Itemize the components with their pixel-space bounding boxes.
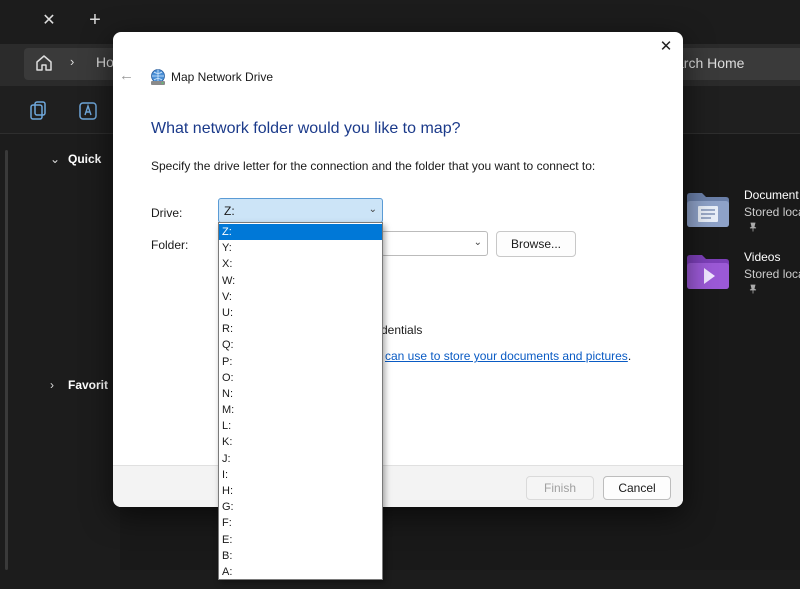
- navigation-pane: [0, 134, 120, 589]
- folder-label: Folder:: [151, 238, 189, 252]
- pin-icon: [749, 284, 757, 294]
- drive-option[interactable]: B:: [219, 548, 382, 564]
- drive-option[interactable]: W:: [219, 273, 382, 289]
- rename-icon[interactable]: [78, 100, 98, 122]
- dialog-footer: [113, 465, 683, 507]
- drive-option[interactable]: M:: [219, 402, 382, 418]
- drive-option[interactable]: U:: [219, 305, 382, 321]
- folder-combobox[interactable]: ⌄: [381, 231, 488, 256]
- chevron-down-icon[interactable]: ⌄: [369, 204, 377, 215]
- drive-option[interactable]: R:: [219, 321, 382, 337]
- drive-option[interactable]: A:: [219, 564, 382, 580]
- back-arrow-icon[interactable]: ←: [119, 67, 137, 85]
- cancel-button[interactable]: Cancel: [603, 476, 671, 500]
- quick-item-location: Stored loca: [744, 267, 800, 281]
- dialog-title: Map Network Drive: [171, 70, 274, 84]
- drive-option[interactable]: Y:: [219, 240, 382, 256]
- search-placeholder: arch Home: [676, 55, 745, 71]
- nav-quick-access-label: Quick: [68, 152, 102, 166]
- drive-option[interactable]: V:: [219, 289, 382, 305]
- chevron-right-icon[interactable]: ›: [50, 378, 68, 392]
- navigation-scrollbar[interactable]: [5, 150, 8, 570]
- drive-option[interactable]: F:: [219, 515, 382, 531]
- drive-option[interactable]: I:: [219, 467, 382, 483]
- dialog-description: Specify the drive letter for the connect…: [151, 159, 596, 173]
- drive-option[interactable]: X:: [219, 256, 382, 272]
- home-icon[interactable]: [34, 53, 54, 73]
- drive-option[interactable]: E:: [219, 532, 382, 548]
- quick-item-name: Videos: [744, 250, 781, 264]
- quick-item-location: Stored loca: [744, 205, 800, 219]
- drive-option[interactable]: O:: [219, 370, 382, 386]
- drive-option[interactable]: J:: [219, 451, 382, 467]
- pin-icon: [749, 222, 757, 232]
- chevron-down-icon[interactable]: ⌄: [474, 237, 482, 248]
- videos-folder-icon: [687, 255, 729, 289]
- nav-favorites-label: Favorit: [68, 378, 109, 392]
- drive-option[interactable]: Z:: [219, 224, 382, 241]
- new-tab-icon[interactable]: +: [84, 9, 106, 31]
- quick-item-documents[interactable]: Document Stored loca: [686, 186, 800, 246]
- drive-option[interactable]: G:: [219, 499, 382, 515]
- copy-icon[interactable]: [28, 100, 48, 122]
- nav-quick-access[interactable]: ⌄ Quick: [50, 152, 101, 166]
- link-suffix: .: [627, 349, 632, 363]
- drive-option[interactable]: L:: [219, 418, 382, 434]
- nav-favorites[interactable]: › Favorit: [50, 378, 108, 392]
- different-credentials-label[interactable]: dentials: [381, 323, 422, 337]
- drive-label: Drive:: [151, 206, 183, 220]
- storage-signup-link-text[interactable]: can use to store your documents and pict…: [385, 349, 628, 363]
- drive-option[interactable]: Q:: [219, 337, 382, 353]
- address-text[interactable]: Ho: [96, 54, 114, 70]
- close-tab-icon[interactable]: ✕: [38, 10, 60, 32]
- drive-option[interactable]: H:: [219, 483, 382, 499]
- address-chevron-icon[interactable]: ›: [70, 54, 74, 69]
- drive-combobox[interactable]: Z: ⌄: [218, 198, 383, 223]
- drive-option[interactable]: N:: [219, 386, 382, 402]
- chevron-down-icon[interactable]: ⌄: [50, 152, 68, 166]
- drive-option[interactable]: P:: [219, 354, 382, 370]
- quick-item-name: Document: [744, 188, 799, 202]
- documents-folder-icon: [687, 193, 729, 227]
- browse-button[interactable]: Browse...: [496, 231, 576, 257]
- finish-button[interactable]: Finish: [526, 476, 594, 500]
- network-drive-icon: [151, 69, 165, 85]
- drive-option[interactable]: K:: [219, 434, 382, 450]
- quick-item-videos[interactable]: Videos Stored loca: [686, 248, 800, 308]
- drive-letter-list[interactable]: Z: Y: X: W: V: U: R: Q: P: O: N: M: L: K: J: I: H: G: F: E:…: [218, 222, 383, 580]
- map-network-drive-dialog: ✕ ← Map Network Drive What network folde…: [113, 32, 683, 507]
- close-icon[interactable]: ✕: [656, 37, 676, 57]
- drive-combobox-value: Z:: [224, 204, 235, 218]
- dialog-heading: What network folder would you like to ma…: [151, 120, 461, 137]
- storage-signup-link[interactable]: can use to store your documents and pict…: [385, 349, 631, 363]
- status-bar: [0, 570, 800, 589]
